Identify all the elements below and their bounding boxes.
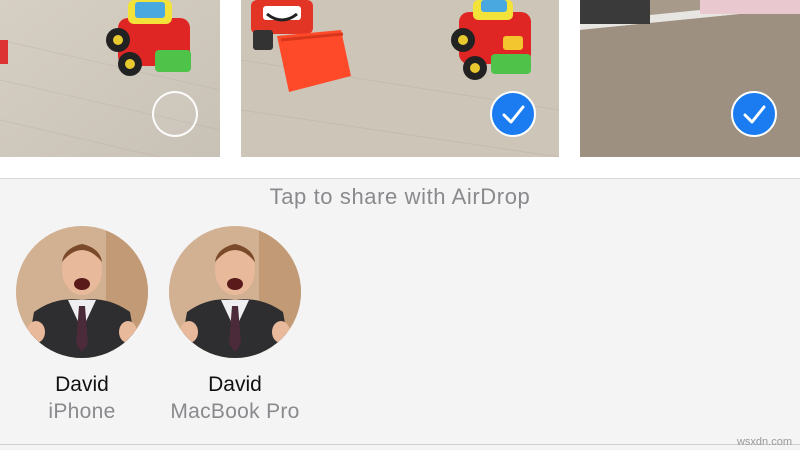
airdrop-device-macbook[interactable]: David MacBook Pro <box>160 226 310 426</box>
airdrop-hint: Tap to share with AirDrop <box>269 184 531 209</box>
photo-thumbnail[interactable] <box>241 0 559 157</box>
device-type-label: iPhone <box>48 400 116 423</box>
unselected-circle-icon[interactable] <box>152 91 198 137</box>
selected-checkmark-icon[interactable] <box>731 91 777 137</box>
section-divider <box>0 444 800 445</box>
device-owner-name: David <box>55 373 109 396</box>
photo-strip <box>0 0 800 178</box>
device-owner-name: David <box>208 373 262 396</box>
checkmark-icon <box>743 105 766 124</box>
selected-checkmark-icon[interactable] <box>490 91 536 137</box>
avatar <box>16 226 148 358</box>
airdrop-device-iphone[interactable]: David iPhone <box>7 226 157 426</box>
checkmark-icon <box>502 105 525 124</box>
person-photo <box>16 226 148 358</box>
avatar <box>169 226 301 358</box>
photo-thumbnail[interactable] <box>0 0 220 157</box>
watermark: wsxdn.com <box>736 436 792 448</box>
section-divider <box>0 178 800 179</box>
person-photo <box>169 226 301 358</box>
device-type-label: MacBook Pro <box>170 400 300 423</box>
photo-thumbnail[interactable] <box>580 0 800 157</box>
